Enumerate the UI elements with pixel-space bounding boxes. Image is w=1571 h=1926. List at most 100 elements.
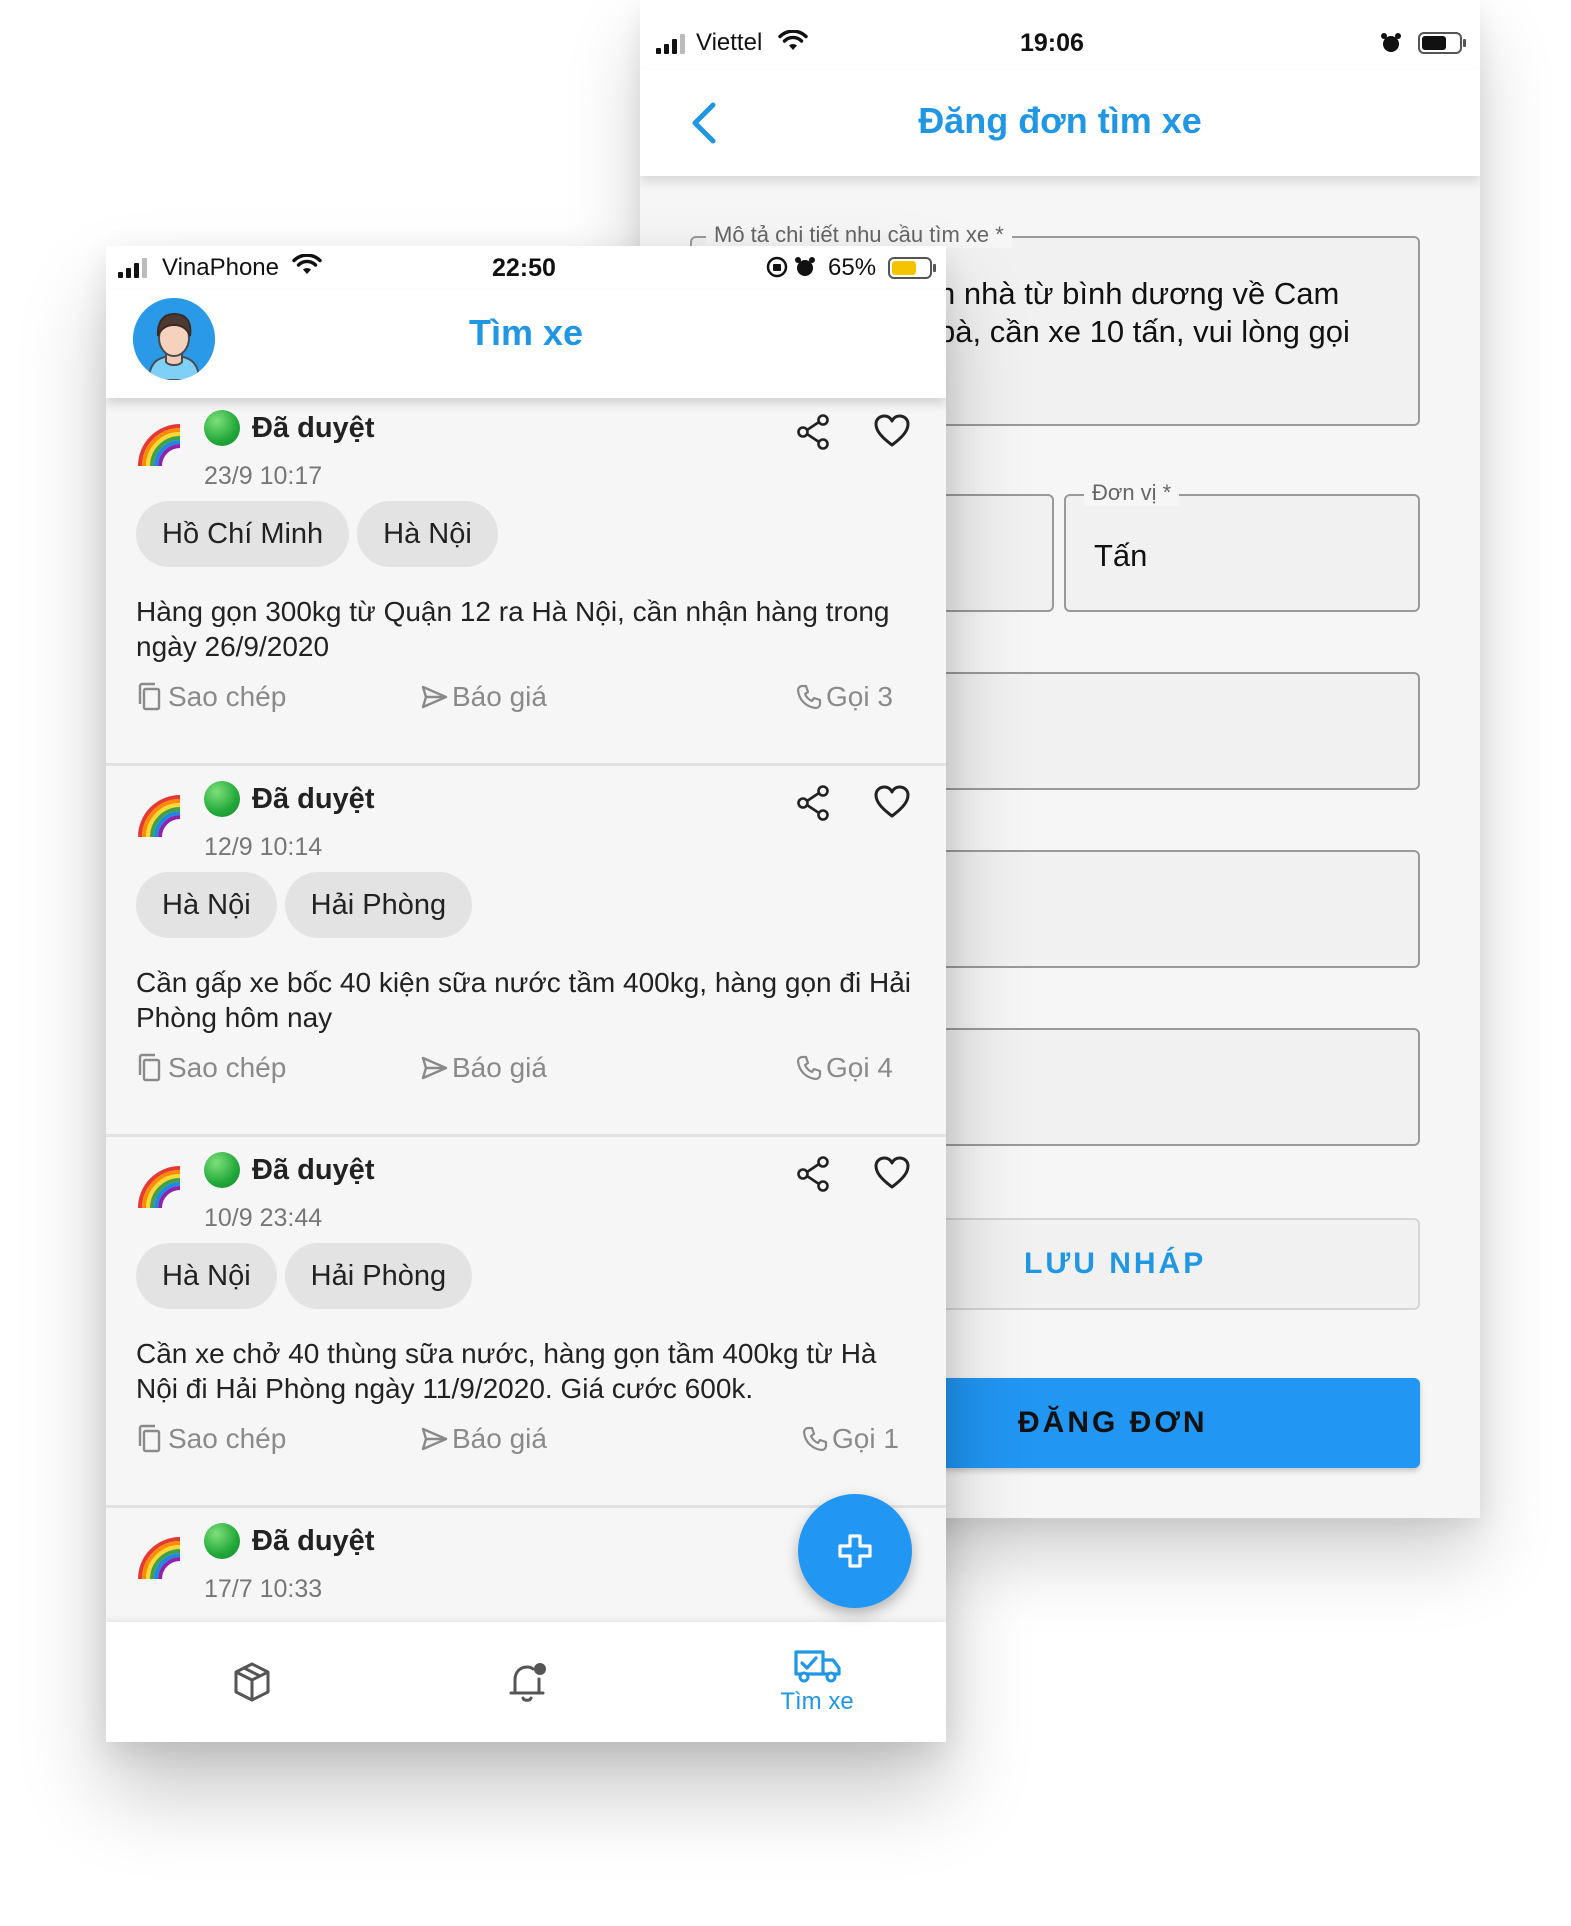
call-label: Gọi 3 <box>826 681 893 712</box>
origin-chip[interactable]: Hà Nội <box>136 1243 277 1309</box>
bell-icon <box>509 1663 546 1702</box>
page-title: Tìm xe <box>468 312 584 353</box>
post-date: 12/9 10:14 <box>204 833 323 861</box>
heart-icon[interactable] <box>874 414 910 448</box>
post-description: Cần xe chở 40 thùng sữa nước, hàng gọn t… <box>136 1338 877 1404</box>
post-date: 23/9 10:17 <box>204 462 323 490</box>
call-label: Gọi 1 <box>832 1423 899 1454</box>
destination-chip[interactable]: Hải Phòng <box>284 1243 473 1309</box>
post-status: Đã duyệt <box>252 1525 375 1557</box>
post-card[interactable]: Đã duyệt 10/9 23:44 Hà Nội Hải Phòng Cần… <box>106 1140 946 1508</box>
post-card[interactable]: Đã duyệt 12/9 10:14 Hà Nội Hải Phòng Cần… <box>106 769 946 1137</box>
rainbow-icon <box>138 1537 181 1580</box>
description-label: Mô tả chi tiết nhu cầu tìm xe * <box>706 222 1012 248</box>
battery-percent: 65% <box>828 254 877 281</box>
rainbow-icon <box>138 795 181 838</box>
origin-chip[interactable]: Hà Nội <box>136 872 277 938</box>
bottom-navigation: Tìm xe <box>106 1622 946 1742</box>
copy-icon <box>138 1424 161 1453</box>
share-icon[interactable] <box>796 1156 830 1192</box>
destination-chip[interactable]: Hà Nội <box>357 501 498 567</box>
quote-label: Báo giá <box>452 1052 547 1083</box>
approved-status-dot <box>204 410 240 446</box>
copy-label: Sao chép <box>168 1052 287 1083</box>
nav-find-truck[interactable]: Tìm xe <box>742 1622 892 1742</box>
unit-field[interactable]: Đơn vị * Tấn <box>1064 480 1420 612</box>
alarm-icon <box>1381 33 1401 52</box>
copy-icon <box>138 682 161 711</box>
truck-icon <box>794 1650 841 1683</box>
copy-label: Sao chép <box>168 1423 287 1454</box>
post-feed[interactable]: Đã duyệt 23/9 10:17 Hồ Chí Minh Hà Nội H… <box>106 398 946 1622</box>
post-actions: Sao chép Báo giá Gọi 3 <box>136 681 916 721</box>
approved-status-dot <box>204 781 240 817</box>
share-icon[interactable] <box>796 414 830 450</box>
call-button[interactable]: Gọi 1 <box>802 1423 899 1455</box>
route-chips: Hà Nội Hải Phòng <box>136 1243 473 1309</box>
copy-label: Sao chép <box>168 681 287 712</box>
nav-orders[interactable] <box>202 1622 302 1742</box>
post-description: Cần gấp xe bốc 40 kiện sữa nước tầm 400k… <box>136 967 911 1033</box>
wifi-icon <box>292 254 322 274</box>
origin-chip[interactable]: Hồ Chí Minh <box>136 501 350 567</box>
alarm-icon <box>795 257 815 276</box>
nav-notifications[interactable] <box>478 1622 578 1742</box>
phone-icon <box>796 684 822 710</box>
call-button[interactable]: Gọi 3 <box>796 681 893 713</box>
quote-button[interactable]: Báo giá <box>420 1052 547 1084</box>
send-icon <box>421 1427 448 1451</box>
quote-button[interactable]: Báo giá <box>420 1423 547 1455</box>
copy-button[interactable]: Sao chép <box>136 1423 286 1455</box>
send-icon <box>421 1056 448 1080</box>
copy-icon <box>138 1053 161 1082</box>
nav-find-truck-label: Tìm xe <box>780 1688 854 1715</box>
heart-icon[interactable] <box>874 1156 910 1190</box>
rainbow-icon <box>138 1166 181 1209</box>
call-label: Gọi 4 <box>826 1052 893 1083</box>
carrier-name: VinaPhone <box>162 254 279 281</box>
wifi-icon <box>778 30 808 50</box>
carrier-name: Viettel <box>696 29 763 56</box>
post-date: 10/9 23:44 <box>204 1204 323 1232</box>
route-chips: Hồ Chí Minh Hà Nội <box>136 501 498 567</box>
post-status: Đã duyệt <box>252 412 375 444</box>
page-title: Đăng đơn tìm xe <box>918 100 1202 141</box>
post-card[interactable]: Đã duyệt 23/9 10:17 Hồ Chí Minh Hà Nội H… <box>106 398 946 766</box>
post-status: Đã duyệt <box>252 783 375 815</box>
rainbow-icon <box>138 424 181 467</box>
box-icon <box>234 1662 270 1702</box>
description-value-line2: bà, cần xe 10 tấn, vui lòng gọi <box>938 314 1350 349</box>
post-actions: Sao chép Báo giá Gọi 1 <box>136 1423 916 1463</box>
unit-label: Đơn vị * <box>1084 480 1180 506</box>
share-icon[interactable] <box>796 785 830 821</box>
signal-icon <box>118 258 147 278</box>
status-bar: Viettel 19:06 <box>640 0 1480 70</box>
clock: 22:50 <box>492 254 556 282</box>
front-screen-find-truck: VinaPhone 22:50 65% Tìm xe Đã duyệt 23/9… <box>106 246 946 1742</box>
post-status: Đã duyệt <box>252 1154 375 1186</box>
quote-label: Báo giá <box>452 1423 547 1454</box>
destination-chip[interactable]: Hải Phòng <box>284 872 473 938</box>
battery-icon <box>1418 32 1466 54</box>
copy-button[interactable]: Sao chép <box>136 1052 286 1084</box>
rotation-lock-icon <box>766 256 788 278</box>
approved-status-dot <box>204 1152 240 1188</box>
clock: 19:06 <box>1020 29 1084 57</box>
post-date: 17/7 10:33 <box>204 1575 323 1603</box>
route-chips: Hà Nội Hải Phòng <box>136 872 473 938</box>
add-post-button[interactable] <box>798 1494 912 1608</box>
status-bar: VinaPhone 22:50 65% <box>106 246 946 290</box>
copy-button[interactable]: Sao chép <box>136 681 286 713</box>
send-icon <box>421 685 448 709</box>
unit-value: Tấn <box>1094 538 1148 573</box>
approved-status-dot <box>204 1523 240 1559</box>
phone-icon <box>796 1055 822 1081</box>
call-button[interactable]: Gọi 4 <box>796 1052 893 1084</box>
heart-icon[interactable] <box>874 785 910 819</box>
post-description: Hàng gọn 300kg từ Quận 12 ra Hà Nội, cần… <box>136 596 890 662</box>
quote-button[interactable]: Báo giá <box>420 681 547 713</box>
app-bar: Đăng đơn tìm xe <box>640 70 1480 176</box>
description-value-line1: n nhà từ bình dương về Cam <box>938 276 1340 311</box>
signal-icon <box>656 34 685 54</box>
phone-icon <box>802 1426 828 1452</box>
